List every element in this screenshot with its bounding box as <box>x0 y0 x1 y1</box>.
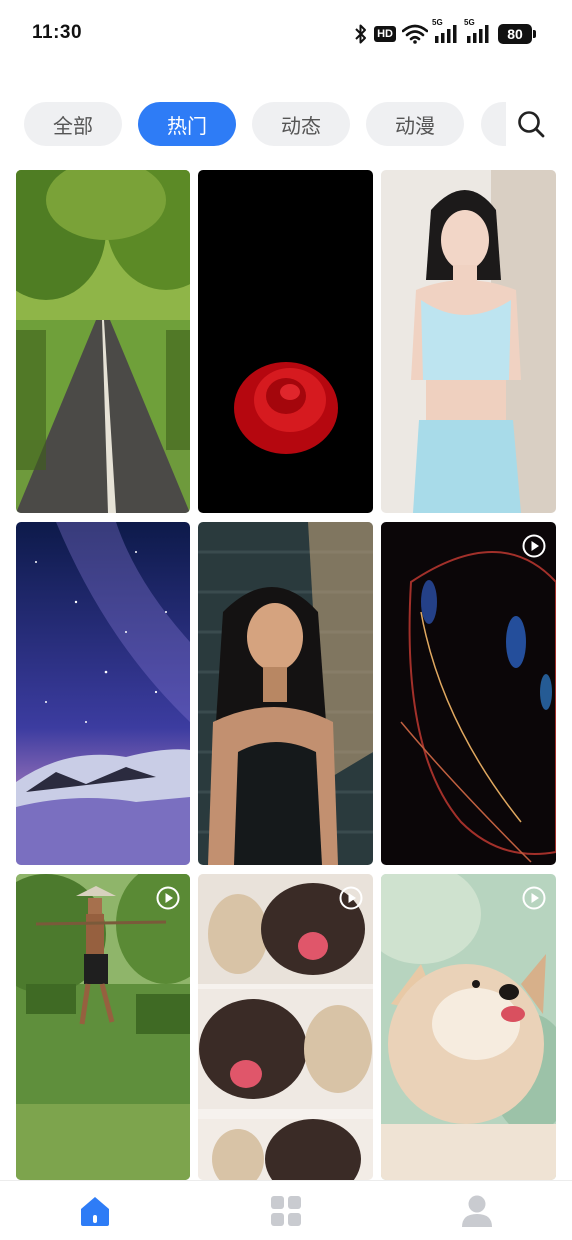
bottom-navigation <box>0 1180 572 1240</box>
nav-profile[interactable] <box>447 1181 507 1240</box>
battery-icon: 80 <box>498 24 536 44</box>
signal-icon: 5G <box>432 18 460 44</box>
corgi-image <box>381 874 556 1180</box>
search-button[interactable] <box>506 100 556 148</box>
road-image <box>16 170 190 513</box>
hd-badge: HD <box>374 26 396 42</box>
farmer-image <box>16 874 190 1180</box>
nav-category[interactable] <box>256 1181 316 1240</box>
nav-home[interactable] <box>65 1181 125 1240</box>
wallpaper-tile-corgi[interactable] <box>381 874 556 1180</box>
status-time: 11:30 <box>32 22 83 43</box>
video-play-icon <box>339 886 363 910</box>
wallpaper-tile-road[interactable] <box>16 170 190 513</box>
signal-icon: 5G <box>464 18 492 44</box>
category-tab-bar: 全部 热门 动态 动漫 <box>0 100 572 148</box>
tab-dynamic[interactable]: 动态 <box>252 102 350 146</box>
tab-anime[interactable]: 动漫 <box>366 102 464 146</box>
rose-image <box>198 170 373 513</box>
wallpaper-tile-pug[interactable] <box>198 874 373 1180</box>
starry-sky-image <box>16 522 190 865</box>
network-type-label: 5G <box>432 18 443 27</box>
status-bar: 11:30 HD 5G 5G 80 <box>0 0 572 68</box>
video-play-icon <box>522 886 546 910</box>
bluetooth-icon <box>355 24 367 44</box>
profile-icon <box>462 1195 492 1227</box>
portrait-image <box>198 522 373 865</box>
wallpaper-tile-rose[interactable] <box>198 170 373 513</box>
wifi-icon <box>402 24 428 44</box>
network-type-label: 5G <box>464 18 475 27</box>
video-play-icon <box>156 886 180 910</box>
tab-hot[interactable]: 热门 <box>138 102 236 146</box>
wallpaper-tile-portrait-2[interactable] <box>198 522 373 865</box>
status-icons: HD 5G 5G 80 <box>354 18 536 48</box>
wallpaper-tile-portrait-1[interactable] <box>381 170 556 513</box>
tab-all[interactable]: 全部 <box>24 102 122 146</box>
abstract-glass-image <box>381 522 556 865</box>
video-play-icon <box>522 534 546 558</box>
battery-level: 80 <box>498 24 532 44</box>
pug-image <box>198 874 373 1180</box>
wallpaper-tile-abstract-glass[interactable] <box>381 522 556 865</box>
wallpaper-tile-farmer[interactable] <box>16 874 190 1180</box>
wallpaper-tile-starry-sky[interactable] <box>16 522 190 865</box>
search-icon <box>518 111 545 138</box>
home-icon <box>81 1196 109 1226</box>
portrait-image <box>381 170 556 513</box>
category-grid-icon <box>271 1195 301 1226</box>
